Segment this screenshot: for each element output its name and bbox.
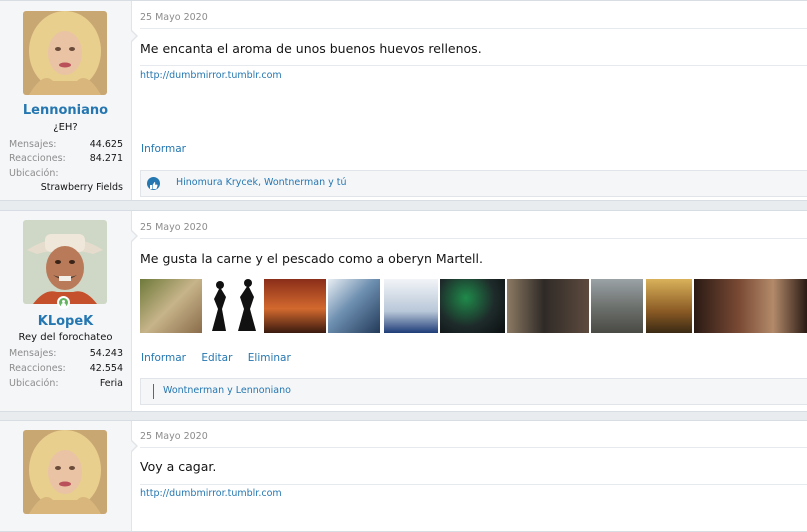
username[interactable]: KLopeK — [0, 314, 131, 329]
post-main: 25 Mayo 2020 Voy a cagar. http://dumbmir… — [131, 421, 807, 531]
stat-label: Mensajes: — [9, 348, 57, 359]
gallery-image[interactable] — [591, 279, 643, 333]
gallery-image[interactable] — [328, 279, 380, 333]
post-date[interactable]: 25 Mayo 2020 — [140, 431, 208, 442]
post-actions: Informar — [141, 143, 198, 155]
gallery-image[interactable] — [264, 279, 326, 333]
signature-link[interactable]: http://dumbmirror.tumblr.com — [140, 70, 282, 81]
signature-divider — [140, 65, 807, 66]
user-title: ¿EH? — [53, 122, 78, 133]
post-3: 25 Mayo 2020 Voy a cagar. http://dumbmir… — [0, 420, 807, 532]
post-date[interactable]: 25 Mayo 2020 — [140, 222, 208, 233]
online-status-icon — [57, 296, 70, 309]
signature-link[interactable]: http://dumbmirror.tumblr.com — [140, 488, 282, 499]
username[interactable]: Lennoniano — [0, 103, 131, 118]
post-main: 25 Mayo 2020 Me encanta el aroma de unos… — [131, 1, 807, 200]
reactions-text[interactable]: Hinomura Krycek, Wontnerman y tú — [176, 177, 347, 188]
like-icon — [147, 177, 160, 190]
stat-label: Reacciones: — [9, 153, 66, 164]
stat-value: 54.243 — [89, 348, 123, 359]
delete-link[interactable]: Eliminar — [248, 352, 291, 364]
gallery-image[interactable] — [440, 279, 505, 333]
post-1: Lennoniano ¿EH? Mensajes: 44.625 Reaccio… — [0, 0, 807, 201]
report-link[interactable]: Informar — [141, 143, 186, 155]
user-sidebar — [0, 421, 132, 531]
post-message: Me gusta la carne y el pescado como a ob… — [140, 251, 483, 266]
stat-value: Feria — [99, 378, 123, 389]
gallery-image[interactable] — [507, 279, 589, 333]
stat-label: Ubicación: — [9, 378, 59, 389]
reactions-bar[interactable]: Hinomura Krycek, Wontnerman y tú — [140, 170, 807, 197]
divider — [140, 28, 807, 29]
post-actions: Informar Editar Eliminar — [141, 352, 303, 364]
post-message: Me encanta el aroma de unos buenos huevo… — [140, 41, 482, 56]
post-main: 25 Mayo 2020 Me gusta la carne y el pesc… — [131, 211, 807, 411]
stat-label: Mensajes: — [9, 139, 57, 150]
user-title: Rey del forochateo — [18, 332, 113, 343]
stat-value: 84.271 — [89, 153, 123, 164]
gallery-image[interactable] — [204, 279, 262, 333]
gallery-image[interactable] — [646, 279, 692, 333]
edit-link[interactable]: Editar — [201, 352, 232, 364]
stat-value: 44.625 — [89, 139, 123, 150]
stat-label: Ubicación: — [9, 168, 59, 179]
stat-value: 42.554 — [89, 363, 123, 374]
reactions-text[interactable]: Wontnerman y Lennoniano — [163, 385, 291, 396]
divider — [140, 238, 807, 239]
avatar[interactable] — [23, 11, 107, 95]
post-2: KLopeK Rey del forochateo Mensajes: 54.2… — [0, 210, 807, 412]
gallery-image[interactable] — [140, 279, 202, 333]
reactions-bar[interactable]: Wontnerman y Lennoniano — [140, 378, 807, 405]
user-sidebar: Lennoniano ¿EH? Mensajes: 44.625 Reaccio… — [0, 1, 132, 200]
gallery-image[interactable] — [384, 279, 438, 333]
gallery-image[interactable] — [694, 279, 807, 333]
avatar[interactable] — [23, 220, 107, 304]
report-link[interactable]: Informar — [141, 352, 186, 364]
reactions-indicator — [153, 384, 154, 399]
divider — [140, 447, 807, 448]
signature-divider — [140, 484, 807, 485]
post-date[interactable]: 25 Mayo 2020 — [140, 12, 208, 23]
user-sidebar: KLopeK Rey del forochateo Mensajes: 54.2… — [0, 211, 132, 411]
avatar[interactable] — [23, 430, 107, 514]
post-message: Voy a cagar. — [140, 459, 217, 474]
stat-value: Strawberry Fields — [40, 182, 123, 193]
stat-label: Reacciones: — [9, 363, 66, 374]
